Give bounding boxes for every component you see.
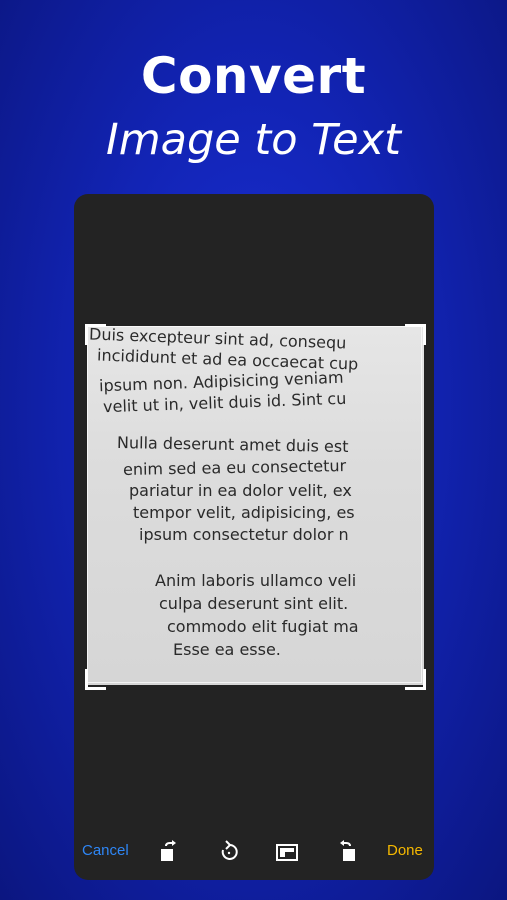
crop-editor-panel: Duis excepteur sint ad, consequ incididu…: [74, 194, 434, 880]
document-photo[interactable]: Duis excepteur sint ad, consequ incididu…: [87, 326, 424, 685]
headline-title: Convert: [140, 47, 367, 105]
doc-line: enim sed ea eu consectetur: [122, 456, 347, 479]
crop-handle-top-left[interactable]: [85, 324, 106, 345]
rotate-ccw-icon[interactable]: [217, 840, 241, 864]
doc-line: pariatur in ea dolor velit, ex: [129, 481, 352, 500]
doc-line: tempor velit, adipisicing, es: [133, 503, 355, 522]
editor-toolbar: Cancel Done: [74, 834, 434, 870]
doc-line: Esse ea esse.: [173, 640, 281, 659]
rotate-left-aspect-icon[interactable]: [158, 840, 182, 864]
cancel-button[interactable]: Cancel: [82, 842, 129, 859]
doc-line: ipsum consectetur dolor n: [139, 525, 349, 544]
headline-subtitle: Image to Text: [106, 115, 401, 165]
doc-line: commodo elit fugiat ma: [167, 617, 359, 636]
doc-line: culpa deserunt sint elit.: [159, 594, 349, 613]
rotate-right-aspect-icon[interactable]: [334, 840, 358, 864]
aspect-ratio-icon[interactable]: [275, 840, 299, 864]
doc-line: Anim laboris ullamco veli: [155, 571, 357, 590]
document-text: Duis excepteur sint ad, consequ incididu…: [87, 326, 424, 685]
done-button[interactable]: Done: [387, 842, 423, 859]
crop-handle-top-right[interactable]: [405, 324, 426, 345]
crop-handle-bottom-right[interactable]: [405, 669, 426, 690]
doc-line: Nulla deserunt amet duis est: [116, 432, 349, 457]
crop-handle-bottom-left[interactable]: [85, 669, 106, 690]
